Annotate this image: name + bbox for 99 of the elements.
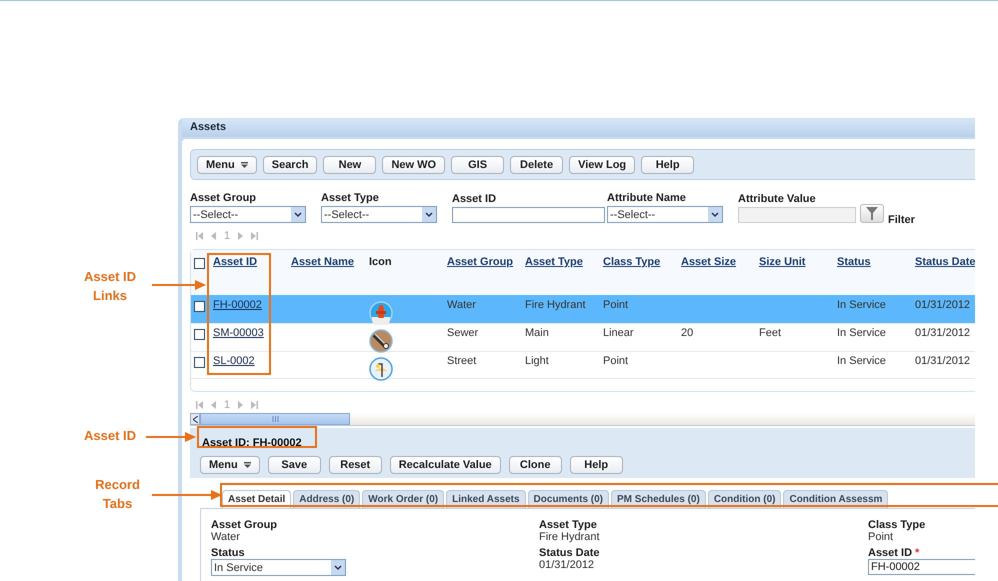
table-cell: Fire Hydrant xyxy=(525,299,586,311)
column-header-link[interactable]: Asset Name xyxy=(291,256,354,268)
toolbar-button[interactable]: Recalculate Value xyxy=(390,456,501,474)
filter-label: Asset Group xyxy=(190,192,258,204)
column-header-link[interactable]: Status Date xyxy=(915,256,975,268)
column-header-link[interactable]: Status xyxy=(837,256,871,268)
filter-input[interactable] xyxy=(452,207,605,223)
table-row[interactable]: SL-0002 Street Light Point In Service 01/31/2012 xyxy=(191,351,975,379)
filter-select[interactable]: --Select-- xyxy=(607,206,723,223)
field-value: Water xyxy=(211,531,241,543)
toolbar-button[interactable]: Help xyxy=(641,156,694,174)
toolbar-button[interactable]: Save xyxy=(268,456,321,474)
caret-icon xyxy=(244,462,251,468)
horizontal-scrollbar[interactable] xyxy=(190,413,975,426)
asset-id-input[interactable]: FH-00002 xyxy=(868,559,975,575)
menu-button[interactable]: Menu xyxy=(197,156,257,174)
field-value: Point xyxy=(868,531,894,543)
previous-page-icon[interactable] xyxy=(211,401,216,409)
table-cell: In Service xyxy=(837,355,886,367)
toolbar-button[interactable]: GIS xyxy=(451,156,504,174)
status-select[interactable]: In Service xyxy=(211,559,346,576)
filter-icon[interactable] xyxy=(860,204,884,223)
next-page-icon[interactable] xyxy=(238,232,244,240)
scroll-left-icon[interactable] xyxy=(192,416,198,422)
panel-title: Assets xyxy=(182,118,975,137)
caret-icon xyxy=(240,162,248,168)
row-checkbox[interactable] xyxy=(194,329,205,340)
filter-select[interactable]: --Select-- xyxy=(321,206,437,223)
column-header-link[interactable]: Asset ID xyxy=(213,256,258,268)
callout-arrow xyxy=(152,490,222,500)
filter-label: Asset ID xyxy=(452,193,498,205)
table-cell: Water xyxy=(447,299,476,311)
column-header-link[interactable]: Asset Group xyxy=(447,256,514,268)
previous-page-icon[interactable] xyxy=(211,232,216,240)
column-header-link[interactable]: Asset Type xyxy=(525,256,583,268)
column-header: Icon xyxy=(369,256,392,268)
record-title: Asset ID: FH-00002 xyxy=(201,436,303,450)
toolbar-button[interactable]: Help xyxy=(570,456,623,474)
callout-label: Asset ID xyxy=(82,427,138,445)
filter-label: Attribute Value xyxy=(738,193,817,205)
table-cell: Point xyxy=(603,299,628,311)
table-cell: 01/31/2012 xyxy=(915,355,970,367)
grip-icon[interactable] xyxy=(272,416,278,422)
select-all-checkbox[interactable] xyxy=(194,258,205,269)
table-cell: Sewer xyxy=(447,327,478,339)
table-cell: Street xyxy=(447,355,476,367)
street-light-icon xyxy=(369,357,393,381)
filter-label: Attribute Name xyxy=(607,192,687,204)
toolbar-button[interactable]: New xyxy=(323,156,376,174)
table-cell: Light xyxy=(525,355,549,367)
table-row[interactable]: SM-00003 Sewer Main Linear 20 Feet In Service 01/31/2012 xyxy=(191,323,975,351)
last-page-icon[interactable] xyxy=(251,401,258,409)
row-record-link[interactable]: FH-00002 xyxy=(213,299,262,311)
filter-label: Filter xyxy=(888,214,915,226)
table-cell: Feet xyxy=(759,327,782,339)
column-header-link[interactable]: Asset Size xyxy=(681,256,736,268)
page-number: 1 xyxy=(224,230,230,242)
first-page-icon[interactable] xyxy=(196,401,203,409)
field-value: 01/31/2012 xyxy=(539,559,596,571)
table-cell: Point xyxy=(603,355,628,367)
pipe-icon xyxy=(369,329,393,353)
menu-button[interactable]: Menu xyxy=(200,456,260,474)
table-cell: Main xyxy=(525,327,549,339)
table-cell: 01/31/2012 xyxy=(915,299,970,311)
table-row[interactable]: FH-00002 Water Fire Hydrant Point In Service 01/31/2012 xyxy=(191,295,975,323)
callout-arrow xyxy=(146,432,196,442)
field-label: Asset Group xyxy=(211,519,278,531)
column-header-link[interactable]: Class Type xyxy=(603,256,660,268)
field-label: Status xyxy=(211,547,246,559)
callout-label: Record Tabs xyxy=(94,476,141,513)
field-label: Asset Type xyxy=(539,519,598,531)
row-record-link[interactable]: SM-00003 xyxy=(213,327,264,339)
filter-label: Asset Type xyxy=(321,192,380,204)
table-cell: 20 xyxy=(681,327,694,339)
next-page-icon[interactable] xyxy=(238,401,244,409)
table-cell: Linear xyxy=(603,327,634,339)
field-label: Status Date xyxy=(539,547,601,559)
table-cell: In Service xyxy=(837,299,886,311)
last-page-icon[interactable] xyxy=(251,232,258,240)
row-checkbox[interactable] xyxy=(194,301,205,312)
column-header-link[interactable]: Size Unit xyxy=(759,256,806,268)
field-value: Fire Hydrant xyxy=(539,531,601,543)
field-label: Asset ID * xyxy=(868,547,920,559)
toolbar-button[interactable]: View Log xyxy=(569,156,636,174)
toolbar-button[interactable]: Reset xyxy=(328,456,382,474)
table-cell: 01/31/2012 xyxy=(915,327,970,339)
page-number: 1 xyxy=(224,399,230,411)
first-page-icon[interactable] xyxy=(196,232,203,240)
table-cell: In Service xyxy=(837,327,886,339)
row-record-link[interactable]: SL-0002 xyxy=(213,355,255,367)
toolbar-button[interactable]: Delete xyxy=(510,156,564,174)
field-label: Class Type xyxy=(868,519,926,531)
callout-arrow xyxy=(152,280,206,290)
toolbar-button[interactable]: Clone xyxy=(508,456,562,474)
callout-label: Asset ID Links xyxy=(82,268,138,305)
toolbar-button[interactable]: Search xyxy=(262,156,318,174)
row-checkbox[interactable] xyxy=(194,357,205,368)
filter-select[interactable]: --Select-- xyxy=(190,206,306,223)
toolbar-button[interactable]: New WO xyxy=(382,156,446,174)
